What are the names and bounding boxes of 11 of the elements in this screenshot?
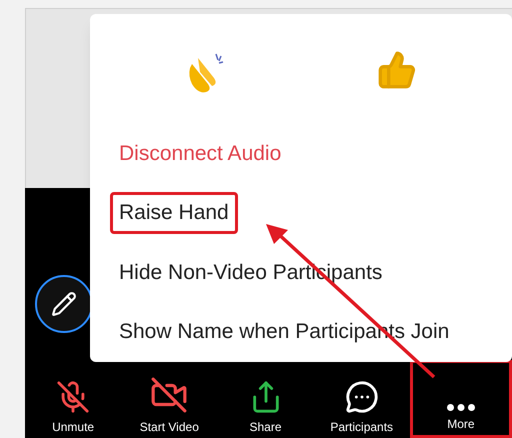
menu-item[interactable]: Raise Hand [110, 192, 238, 234]
toolbar-button[interactable]: Unmute [25, 360, 122, 438]
toolbar-button[interactable]: Share [217, 360, 314, 438]
toolbar-button[interactable]: Participants [314, 360, 410, 438]
more-dots-icon [446, 404, 475, 411]
pencil-icon [51, 291, 77, 317]
toolbar-button[interactable]: Start Video [121, 360, 218, 438]
thumbs-up-icon[interactable] [376, 50, 416, 90]
chat-bubble-icon [344, 380, 379, 414]
muted-microphone-icon [56, 380, 90, 414]
video-off-icon [150, 376, 188, 414]
